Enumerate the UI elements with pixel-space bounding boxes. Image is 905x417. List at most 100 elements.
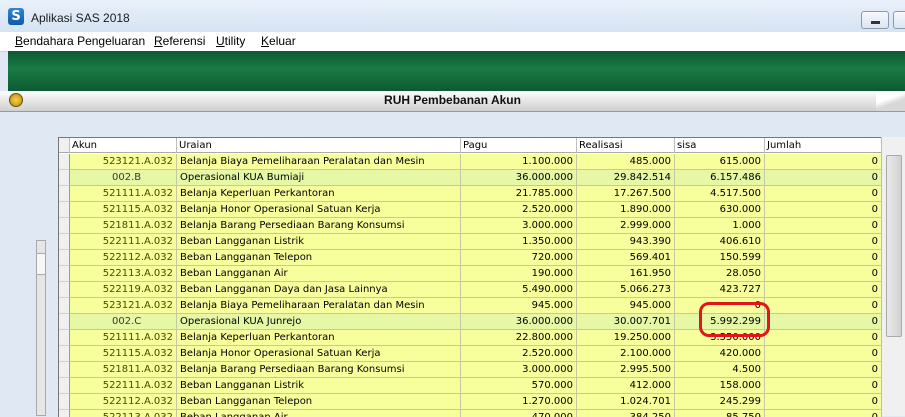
cell-sisa: 28.050 <box>675 266 765 282</box>
col-sisa[interactable]: sisa <box>675 138 765 153</box>
left-scroll-thumb[interactable] <box>37 253 45 275</box>
cell-uraian: Belanja Barang Persediaan Barang Konsums… <box>177 362 461 378</box>
row-selector[interactable] <box>59 330 70 346</box>
cell-pagu: 36.000.000 <box>461 314 577 330</box>
table-row[interactable]: 002.B Operasional KUA Bumiaji 36.000.000 29… <box>59 170 882 186</box>
col-jumlah[interactable]: Jumlah <box>765 138 882 153</box>
cell-sisa: 406.610 <box>675 234 765 250</box>
cell-pagu: 1.270.000 <box>461 394 577 410</box>
header-selector <box>59 138 70 153</box>
table-row[interactable]: 522112.A.032 Beban Langganan Telepon 1.270… <box>59 394 882 410</box>
form-header: RUH Pembebanan Akun <box>0 91 905 112</box>
cell-jumlah[interactable]: 0 <box>765 314 882 330</box>
app-icon: S <box>8 8 24 25</box>
cell-pagu: 945.000 <box>461 298 577 314</box>
cell-sisa: 6.157.486 <box>675 170 765 186</box>
cell-realisasi: 1.024.701 <box>577 394 675 410</box>
menu-utility[interactable]: Utility <box>216 34 245 48</box>
menu-bendahara-pengeluaran[interactable]: Bendahara Pengeluaran <box>15 34 145 48</box>
table-row[interactable]: 521115.A.032 Belanja Honor Operasional Sa… <box>59 346 882 362</box>
cell-realisasi: 2.999.000 <box>577 218 675 234</box>
cell-uraian: Beban Langganan Telepon <box>177 250 461 266</box>
cell-jumlah[interactable]: 0 <box>765 330 882 346</box>
cell-jumlah[interactable]: 0 <box>765 218 882 234</box>
cell-jumlah[interactable]: 0 <box>765 266 882 282</box>
row-selector[interactable] <box>59 282 70 298</box>
cell-pagu: 36.000.000 <box>461 170 577 186</box>
menu-keluar[interactable]: Keluar <box>261 34 296 48</box>
row-selector[interactable] <box>59 346 70 362</box>
row-selector[interactable] <box>59 186 70 202</box>
cell-realisasi: 1.890.000 <box>577 202 675 218</box>
row-selector[interactable] <box>59 298 70 314</box>
cell-jumlah[interactable]: 0 <box>765 346 882 362</box>
cell-akun: 522111.A.032 <box>70 234 177 250</box>
cell-pagu: 2.520.000 <box>461 202 577 218</box>
row-selector[interactable] <box>59 362 70 378</box>
row-selector[interactable] <box>59 234 70 250</box>
cell-jumlah[interactable]: 0 <box>765 154 882 170</box>
cell-jumlah[interactable]: 0 <box>765 394 882 410</box>
cell-pagu: 2.520.000 <box>461 346 577 362</box>
cell-realisasi: 485.000 <box>577 154 675 170</box>
cell-jumlah[interactable]: 0 <box>765 378 882 394</box>
cell-pagu: 3.000.000 <box>461 218 577 234</box>
table-row[interactable]: 523121.A.032 Belanja Biaya Pemeliharaan P… <box>59 154 882 170</box>
table-row[interactable]: 521811.A.032 Belanja Barang Persediaan Ba… <box>59 218 882 234</box>
menu-bar: Bendahara Pengeluaran Referensi Utility … <box>0 32 905 52</box>
cell-akun: 522112.A.032 <box>70 394 177 410</box>
cell-sisa: 4.517.500 <box>675 186 765 202</box>
grid-header: Akun Uraian Pagu Realisasi sisa Jumlah <box>59 138 882 153</box>
row-selector[interactable] <box>59 394 70 410</box>
row-selector[interactable] <box>59 202 70 218</box>
cell-realisasi: 412.000 <box>577 378 675 394</box>
grid-scroll-thumb[interactable] <box>886 155 902 337</box>
minimize-button[interactable] <box>861 11 889 29</box>
cell-jumlah[interactable]: 0 <box>765 170 882 186</box>
cell-akun: 522119.A.032 <box>70 282 177 298</box>
table-row[interactable]: 521111.A.032 Belanja Keperluan Perkantora… <box>59 186 882 202</box>
row-selector[interactable] <box>59 314 70 330</box>
account-grid: Akun Uraian Pagu Realisasi sisa Jumlah 5… <box>58 137 882 417</box>
col-realisasi[interactable]: Realisasi <box>577 138 675 153</box>
cell-uraian: Belanja Biaya Pemeliharaan Peralatan dan… <box>177 298 461 314</box>
maximize-button[interactable] <box>893 11 905 29</box>
grid-vertical-scrollbar[interactable] <box>881 137 905 416</box>
cell-akun: 521811.A.032 <box>70 218 177 234</box>
col-uraian[interactable]: Uraian <box>177 138 461 153</box>
menu-referensi[interactable]: Referensi <box>154 34 205 48</box>
cell-uraian: Belanja Barang Persediaan Barang Konsums… <box>177 218 461 234</box>
cell-jumlah[interactable]: 0 <box>765 186 882 202</box>
col-akun[interactable]: Akun <box>70 138 177 153</box>
cell-akun: 002.C <box>70 314 177 330</box>
cell-akun: 523121.A.032 <box>70 154 177 170</box>
table-row[interactable]: 522113.A.032 Beban Langganan Air 190.000 16… <box>59 266 882 282</box>
row-selector[interactable] <box>59 170 70 186</box>
row-selector[interactable] <box>59 154 70 170</box>
table-row[interactable]: 522112.A.032 Beban Langganan Telepon 720.0… <box>59 250 882 266</box>
left-scrollbar[interactable] <box>36 240 46 416</box>
col-pagu[interactable]: Pagu <box>461 138 577 153</box>
header-banner <box>8 51 905 91</box>
cell-jumlah[interactable]: 0 <box>765 250 882 266</box>
row-selector[interactable] <box>59 266 70 282</box>
cell-jumlah[interactable]: 0 <box>765 282 882 298</box>
cell-uraian: Beban Langganan Telepon <box>177 394 461 410</box>
cell-jumlah[interactable]: 0 <box>765 298 882 314</box>
cell-jumlah[interactable]: 0 <box>765 234 882 250</box>
cell-uraian: Belanja Honor Operasional Satuan Kerja <box>177 202 461 218</box>
table-row[interactable]: 522119.A.032 Beban Langganan Daya dan Jas… <box>59 282 882 298</box>
table-row[interactable]: 522111.A.032 Beban Langganan Listrik 1.350… <box>59 234 882 250</box>
row-selector[interactable] <box>59 250 70 266</box>
row-selector[interactable] <box>59 218 70 234</box>
cell-jumlah[interactable]: 0 <box>765 202 882 218</box>
cell-jumlah[interactable]: 0 <box>765 362 882 378</box>
row-selector[interactable] <box>59 378 70 394</box>
cell-akun: 522113.A.032 <box>70 266 177 282</box>
cell-sisa: 630.000 <box>675 202 765 218</box>
decor-swoosh <box>876 91 905 111</box>
table-row[interactable]: 522111.A.032 Beban Langganan Listrik 570.0… <box>59 378 882 394</box>
cell-akun: 522112.A.032 <box>70 250 177 266</box>
table-row[interactable]: 521811.A.032 Belanja Barang Persediaan Ba… <box>59 362 882 378</box>
table-row[interactable]: 521115.A.032 Belanja Honor Operasional Sa… <box>59 202 882 218</box>
